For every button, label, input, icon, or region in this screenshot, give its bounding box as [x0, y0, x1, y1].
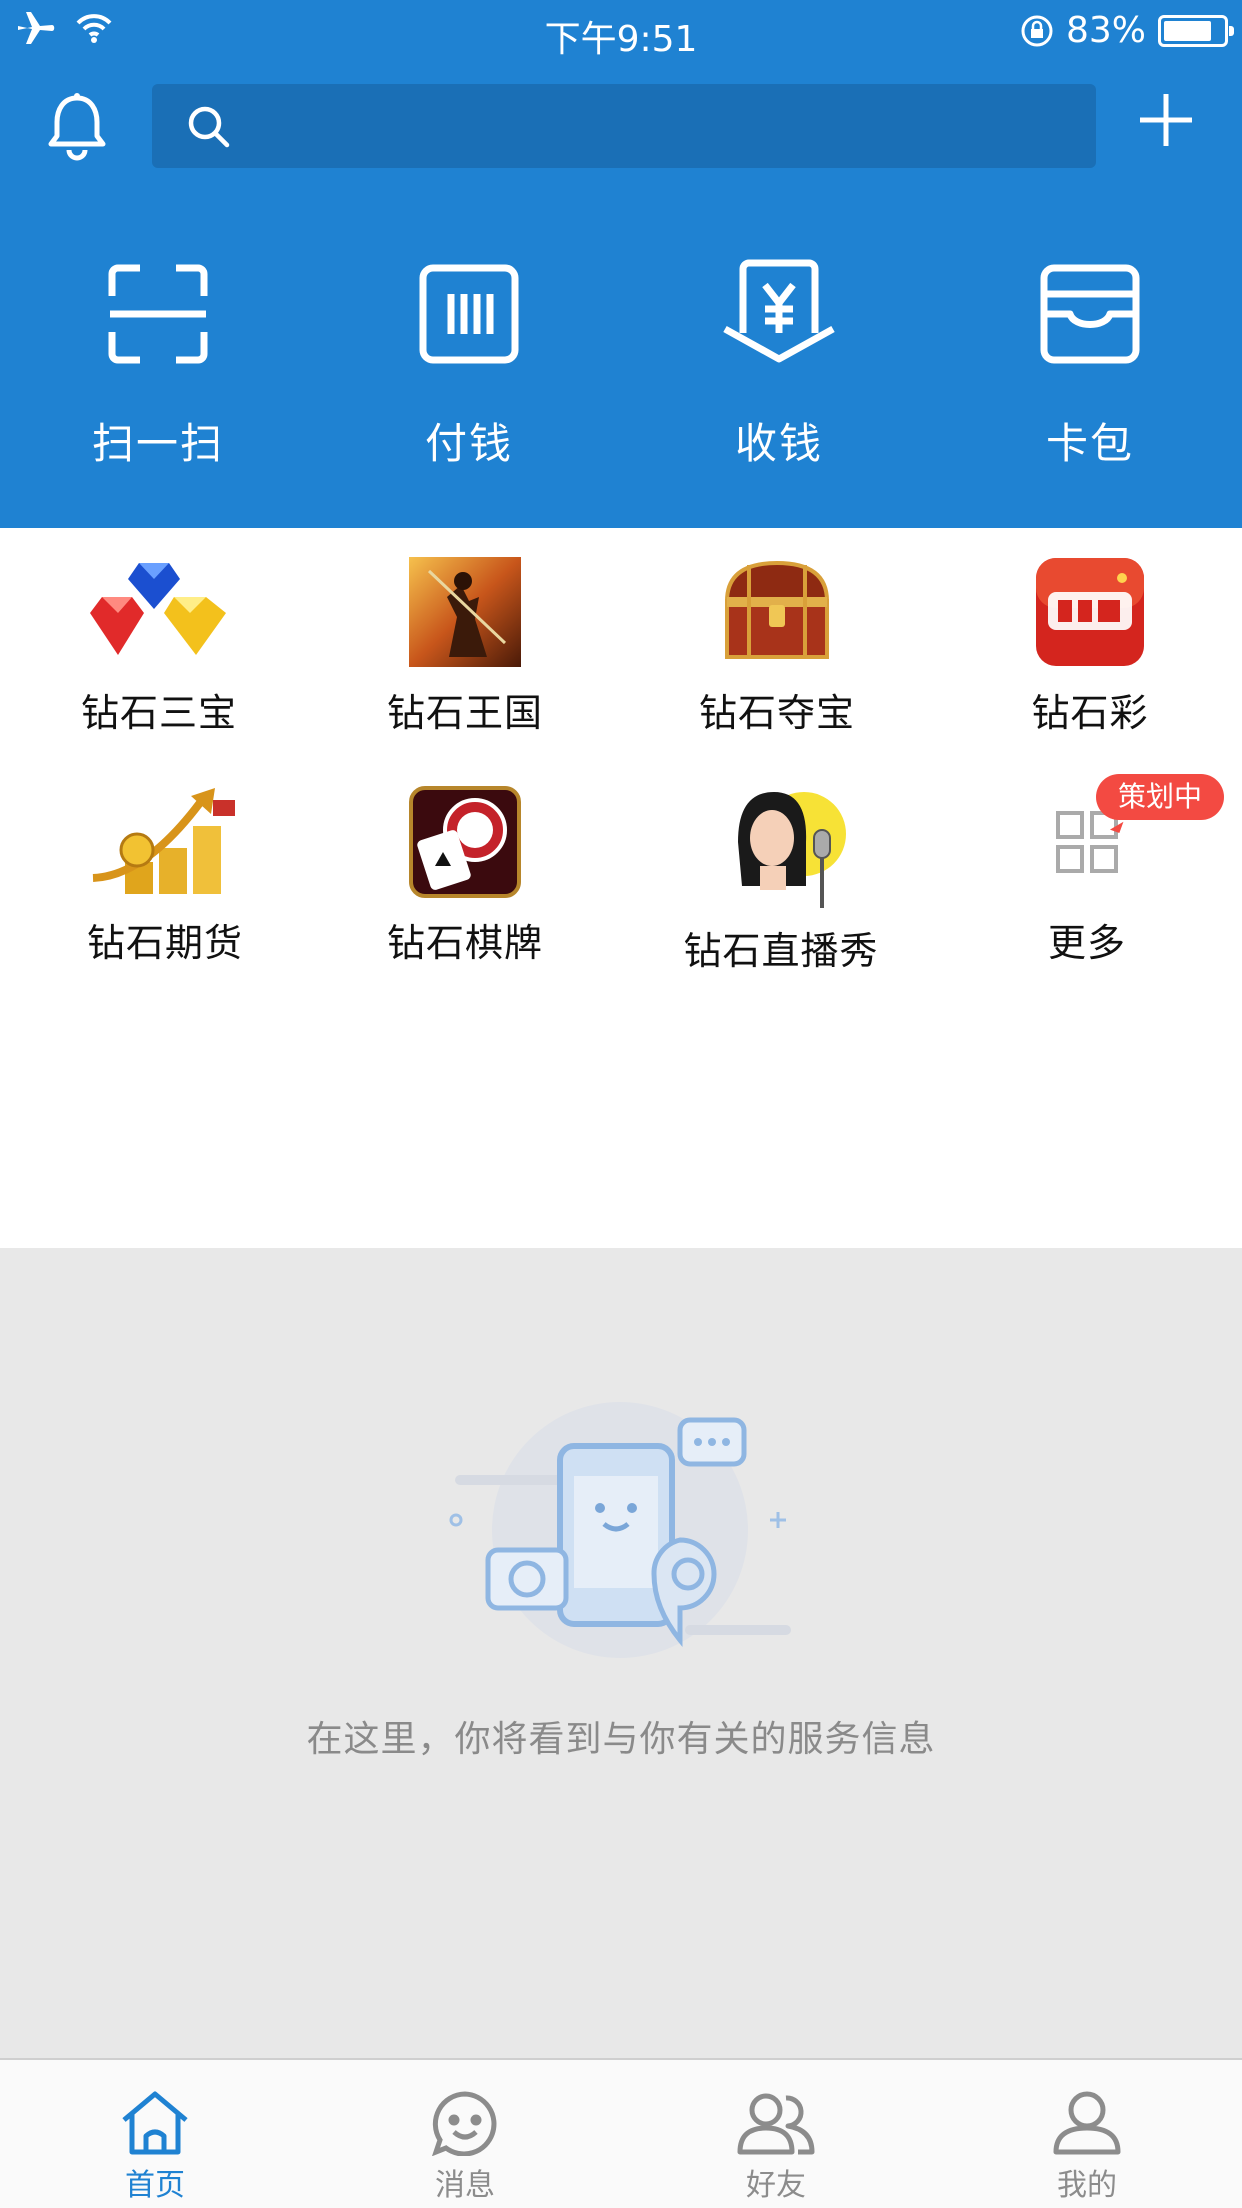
- app-label: 钻石夺宝: [698, 691, 855, 735]
- tab-label: 我的: [1057, 2168, 1117, 2203]
- app-label: 钻石三宝: [80, 691, 237, 735]
- tab-messages[interactable]: 消息: [310, 2060, 620, 2208]
- quick-action-wallet[interactable]: 卡包: [934, 262, 1242, 471]
- quick-action-receive[interactable]: 收钱: [623, 259, 935, 471]
- profile-icon: [1053, 2091, 1121, 2155]
- lottery-icon: [1036, 558, 1144, 666]
- app-label: 钻石直播秀: [683, 929, 879, 973]
- friends-icon: [737, 2093, 815, 2155]
- home-icon: [122, 2091, 188, 2155]
- add-button[interactable]: [1136, 90, 1196, 154]
- battery-percent: 83%: [1065, 10, 1146, 51]
- chat-icon: [432, 2091, 497, 2156]
- app-label: 钻石期货: [86, 921, 243, 965]
- app-zuanshi-wangguo[interactable]: 钻石王国: [310, 552, 620, 737]
- notification-bell-icon[interactable]: [45, 92, 109, 166]
- quick-action-label: 扫一扫: [91, 419, 224, 468]
- tab-friends[interactable]: 好友: [621, 2060, 931, 2208]
- quick-action-pay[interactable]: 付钱: [313, 262, 625, 471]
- gold-coins-icon: [92, 788, 235, 894]
- poker-chip-icon: [409, 786, 521, 898]
- pay-icon: [419, 264, 519, 364]
- battery-icon: [1158, 14, 1234, 47]
- status-bar: 下午9:51 83%: [0, 0, 1242, 62]
- quick-action-label: 卡包: [1045, 419, 1134, 468]
- app-label: 钻石彩: [1031, 691, 1149, 735]
- quick-action-label: 付钱: [424, 419, 513, 468]
- search-icon: [188, 106, 230, 148]
- app-zuanshi-cai[interactable]: 钻石彩: [935, 552, 1242, 737]
- app-label: 钻石棋牌: [386, 921, 543, 965]
- plus-icon: [1140, 94, 1192, 146]
- quick-action-label: 收钱: [734, 419, 823, 468]
- search-bar[interactable]: [152, 84, 1096, 168]
- tab-bar: 首页 消息 好友 我的: [0, 2058, 1242, 2208]
- live-singer-icon: [738, 792, 846, 908]
- scan-icon: [108, 264, 208, 364]
- treasure-chest-icon: [724, 560, 830, 659]
- wallet-icon: [1040, 264, 1140, 364]
- app-zuanshi-qihuo[interactable]: 钻石期货: [10, 782, 320, 967]
- empty-state-illustration: [440, 1380, 800, 1674]
- app-zuanshi-sanbao[interactable]: 钻石三宝: [4, 552, 314, 737]
- quick-action-scan[interactable]: 扫一扫: [2, 262, 314, 471]
- warrior-icon: [409, 557, 521, 667]
- tab-label: 消息: [435, 2168, 495, 2203]
- app-label: 钻石王国: [386, 691, 543, 735]
- app-zuanshi-qipai[interactable]: 钻石棋牌: [310, 782, 620, 967]
- tab-profile[interactable]: 我的: [932, 2060, 1242, 2208]
- tab-label: 首页: [125, 2168, 185, 2203]
- app-label: 更多: [1047, 921, 1126, 965]
- empty-state-text: 在这里，你将看到与你有关的服务信息: [306, 1719, 936, 1760]
- search-input[interactable]: [252, 84, 1072, 168]
- rotation-lock-icon: [1021, 15, 1053, 46]
- diamonds-icon: [90, 563, 226, 655]
- app-zuanshi-zhiboxiu[interactable]: 钻石直播秀: [626, 782, 936, 975]
- tab-label: 好友: [746, 2168, 806, 2203]
- planning-badge: 策划中: [1096, 774, 1224, 820]
- receive-money-icon: [723, 259, 835, 363]
- app-zuanshi-duobao[interactable]: 钻石夺宝: [622, 552, 932, 737]
- status-right: 83%: [1020, 10, 1234, 51]
- tab-home[interactable]: 首页: [0, 2060, 310, 2208]
